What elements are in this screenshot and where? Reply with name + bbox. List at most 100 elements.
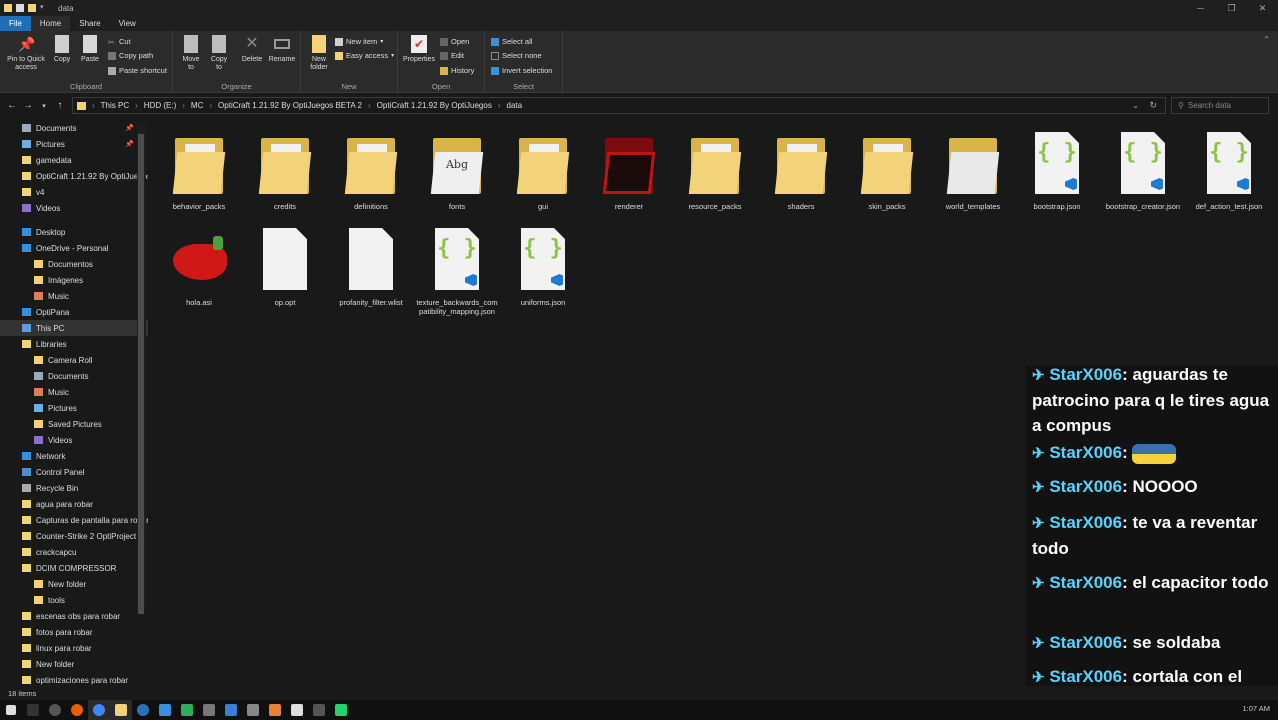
sidebar-item[interactable]: Music	[0, 384, 148, 400]
sidebar-item[interactable]: tools	[0, 592, 148, 608]
sidebar-item[interactable]: Control Panel	[0, 464, 148, 480]
sidebar-item[interactable]: New folder	[0, 576, 148, 592]
sidebar-item[interactable]: crackcapcu	[0, 544, 148, 560]
file-item[interactable]: Abg fonts	[416, 130, 498, 211]
file-item[interactable]: { } texture_backwards_compatibility_mappi…	[416, 226, 498, 316]
navigation-pane-scrollbar[interactable]	[137, 124, 146, 614]
properties-button[interactable]: ✔ Properties	[400, 35, 438, 64]
taskbar-clock[interactable]: 1:07 AM	[1242, 704, 1270, 713]
sidebar-item[interactable]: New folder	[0, 656, 148, 672]
new-folder-button[interactable]: New folder	[305, 35, 333, 72]
breadcrumb[interactable]: › This PC › HDD (E:) › MC › OptiCraft 1.21.…	[72, 97, 1166, 114]
taskbar-app-icon[interactable]	[44, 700, 66, 720]
file-item[interactable]: renderer	[588, 130, 670, 211]
breadcrumb-item[interactable]: OptiCraft 1.21.92 By OptiJuegos BETA 2	[218, 101, 362, 110]
sidebar-item[interactable]: gamedata	[0, 152, 148, 168]
sidebar-item[interactable]: Pictures	[0, 400, 148, 416]
sidebar-item[interactable]: Documentos	[0, 256, 148, 272]
folder-item[interactable]: resource_packs	[674, 130, 756, 211]
sidebar-item[interactable]: fotos para robar	[0, 624, 148, 640]
file-item[interactable]: profanity_filter.wlist	[330, 226, 412, 307]
sidebar-item[interactable]: Recycle Bin	[0, 480, 148, 496]
folder-item[interactable]: credits	[244, 130, 326, 211]
start-windows-icon[interactable]	[0, 700, 22, 720]
mail-icon[interactable]	[154, 700, 176, 720]
folder-item[interactable]: gui	[502, 130, 584, 211]
file-item[interactable]: { } def_action_test.json	[1188, 130, 1270, 211]
tab-home[interactable]: Home	[30, 16, 71, 31]
select-none-button[interactable]: Select none	[491, 51, 542, 60]
folder-quick-icon[interactable]	[28, 4, 36, 12]
file-item[interactable]: op.opt	[244, 226, 326, 307]
customize-quick-access-icon[interactable]: ▾	[40, 4, 48, 12]
search-input[interactable]: ⚲ Search data	[1171, 97, 1269, 114]
paste-shortcut-button[interactable]: Paste shortcut	[108, 66, 167, 75]
breadcrumb-item[interactable]: HDD (E:)	[144, 101, 176, 110]
open-button[interactable]: Open	[440, 37, 469, 46]
sidebar-item[interactable]: Videos	[0, 432, 148, 448]
tab-file[interactable]: File	[0, 16, 31, 31]
address-dropdown-icon[interactable]: ⌄	[1132, 101, 1139, 110]
sidebar-item[interactable]: linux para robar	[0, 640, 148, 656]
sidebar-item[interactable]: v4	[0, 184, 148, 200]
sidebar-item[interactable]: Videos	[0, 200, 148, 216]
folder-item[interactable]: behavior_packs	[158, 130, 240, 211]
sidebar-item[interactable]: Libraries	[0, 336, 148, 352]
new-item-button[interactable]: New item ▾	[335, 37, 383, 46]
sidebar-item[interactable]: DCIM COMPRESSOR	[0, 560, 148, 576]
taskbar-app-icon[interactable]	[330, 700, 352, 720]
taskbar-app-icon[interactable]	[308, 700, 330, 720]
breadcrumb-item[interactable]: OptiCraft 1.21.92 By OptiJuegos	[377, 101, 492, 110]
firefox-icon[interactable]	[66, 700, 88, 720]
sidebar-item[interactable]: optimizaciones para robar	[0, 672, 148, 686]
back-arrow-icon[interactable]: ←	[4, 100, 20, 111]
taskbar-app-icon[interactable]	[242, 700, 264, 720]
sidebar-item[interactable]: Desktop	[0, 224, 148, 240]
sidebar-item[interactable]: agua para robar	[0, 496, 148, 512]
chrome-icon[interactable]	[88, 700, 110, 720]
easy-access-button[interactable]: Easy access ▾	[335, 51, 394, 60]
move-to-button[interactable]: Move to	[179, 35, 203, 72]
sidebar-item[interactable]: OptiCraft 1.21.92 By OptiJuegos	[0, 168, 148, 184]
breadcrumb-item[interactable]: MC	[191, 101, 203, 110]
file-item[interactable]: { } bootstrap.json	[1016, 130, 1098, 211]
file-item[interactable]: { } bootstrap_creator.json	[1102, 130, 1184, 211]
sidebar-item[interactable]: This PC	[0, 320, 148, 336]
sidebar-item[interactable]: Imágenes	[0, 272, 148, 288]
sidebar-item[interactable]: Documents	[0, 368, 148, 384]
tab-view[interactable]: View	[110, 16, 145, 31]
ribbon-collapse-icon[interactable]: ⌃	[1263, 35, 1270, 44]
sidebar-item[interactable]: Music	[0, 288, 148, 304]
copy-to-button[interactable]: Copy to	[207, 35, 231, 72]
sidebar-item[interactable]: Camera Roll	[0, 352, 148, 368]
rename-button[interactable]: Rename	[267, 35, 297, 64]
breadcrumb-item[interactable]: This PC	[101, 101, 129, 110]
sidebar-item[interactable]: escenas obs para robar	[0, 608, 148, 624]
sidebar-item[interactable]: Pictures 📌	[0, 136, 148, 152]
tab-share[interactable]: Share	[70, 16, 109, 31]
up-arrow-icon[interactable]: ↑	[52, 100, 68, 111]
sidebar-item[interactable]: Capturas de pantalla para robar	[0, 512, 148, 528]
recent-locations-icon[interactable]: ▾	[36, 102, 52, 110]
edit-button[interactable]: Edit	[440, 51, 464, 60]
delete-button[interactable]: ✕ Delete	[237, 35, 267, 64]
file-item[interactable]: { } uniforms.json	[502, 226, 584, 307]
taskbar-app-icon[interactable]	[22, 700, 44, 720]
sidebar-item[interactable]: Counter-Strike 2 OptiProject	[0, 528, 148, 544]
taskbar-app-icon[interactable]	[220, 700, 242, 720]
forward-arrow-icon[interactable]: →	[20, 100, 36, 111]
folder-item[interactable]: skin_packs	[846, 130, 928, 211]
taskbar-app-icon[interactable]	[132, 700, 154, 720]
select-all-button[interactable]: Select all	[491, 37, 532, 46]
taskbar-app-icon[interactable]	[176, 700, 198, 720]
file-explorer-icon[interactable]	[110, 700, 132, 720]
copy-button[interactable]: Copy	[50, 35, 74, 64]
maximize-button[interactable]: ❐	[1216, 0, 1247, 16]
invert-selection-button[interactable]: Invert selection	[491, 66, 552, 75]
folder-item[interactable]: definitions	[330, 130, 412, 211]
minimize-button[interactable]: ─	[1185, 0, 1216, 16]
scrollbar-thumb[interactable]	[138, 134, 144, 614]
sidebar-item[interactable]: OneDrive - Personal	[0, 240, 148, 256]
properties-quick-icon[interactable]	[16, 4, 24, 12]
file-item[interactable]: hola.asi	[158, 226, 240, 307]
